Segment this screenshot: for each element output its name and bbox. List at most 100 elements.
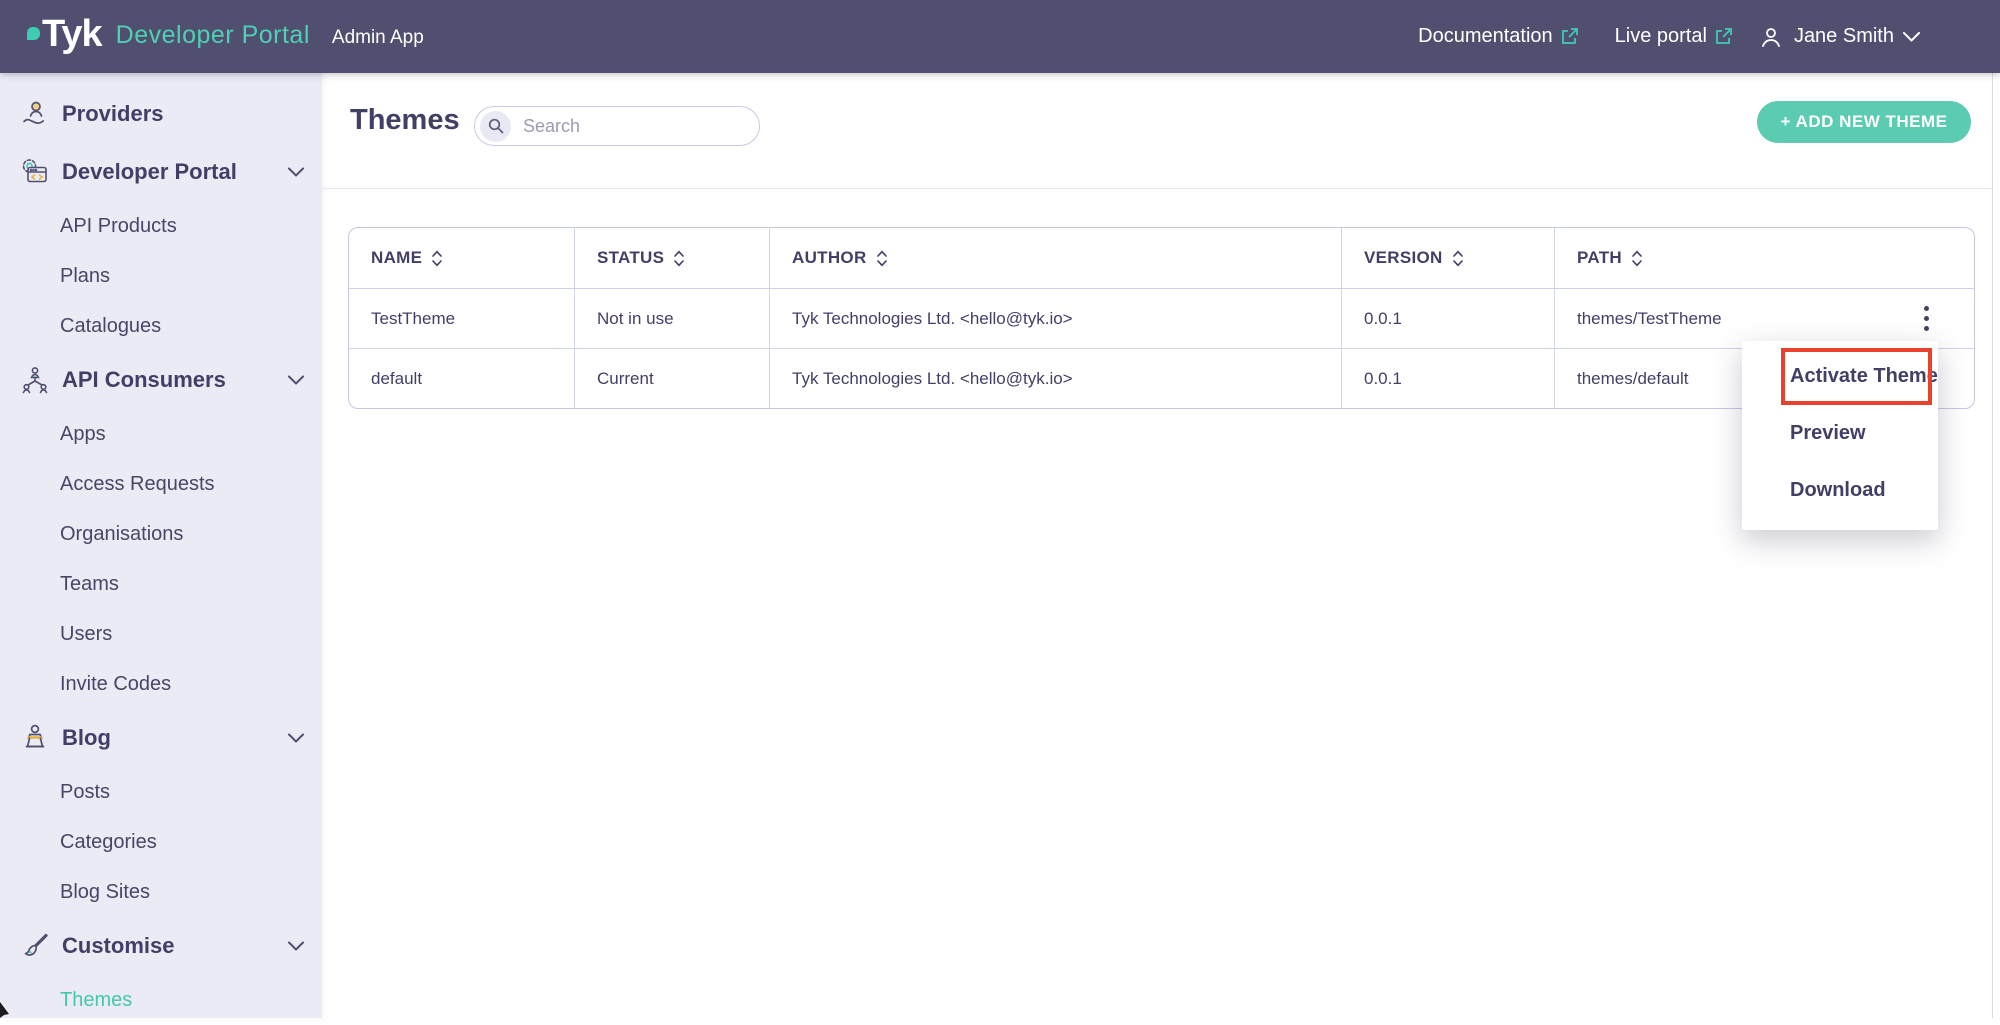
sidebar-item-label: Plans [60, 265, 110, 288]
kebab-menu-icon[interactable] [1914, 300, 1939, 337]
menu-item-preview[interactable]: Preview [1742, 405, 1938, 462]
sidebar-item-label: Catalogues [60, 315, 161, 338]
sidebar-item-label: Developer Portal [62, 159, 237, 185]
column-header-path[interactable]: PATH [1554, 228, 1878, 288]
sidebar-item-label: Categories [60, 831, 157, 854]
table-cell-status: Current [574, 348, 769, 408]
sort-icon [1631, 250, 1643, 267]
theme-actions-menu: Activate Theme Preview Download [1742, 341, 1938, 530]
sidebar-item-developer-portal[interactable]: Developer Portal [0, 143, 322, 201]
sidebar-item-label: Apps [60, 423, 106, 446]
menu-item-activate-theme[interactable]: Activate Theme [1742, 348, 1938, 405]
sidebar-item-label: Organisations [60, 523, 183, 546]
sidebar-item-providers[interactable]: Providers [0, 85, 322, 143]
sidebar-item-blog-sites[interactable]: Blog Sites [0, 867, 322, 917]
chevron-down-icon [288, 734, 304, 743]
external-link-icon [1560, 27, 1579, 46]
live-portal-link-label: Live portal [1615, 25, 1707, 48]
user-menu[interactable]: Jane Smith [1759, 25, 1920, 49]
sidebar-item-label: Access Requests [60, 473, 215, 496]
table-cell-version: 0.0.1 [1341, 288, 1554, 348]
search-icon [480, 111, 511, 142]
sidebar-item-label: Users [60, 623, 112, 646]
sidebar-item-label: API Consumers [62, 367, 226, 393]
sidebar-item-blog[interactable]: Blog [0, 709, 322, 767]
chevron-down-icon [288, 942, 304, 951]
sidebar-item-apps[interactable]: Apps [0, 409, 322, 459]
sidebar-item-api-consumers[interactable]: API Consumers [0, 351, 322, 409]
api-consumers-icon [18, 363, 52, 397]
app-label: Admin App [332, 27, 424, 49]
sidebar-item-label: Posts [60, 781, 110, 804]
sidebar-item-customise[interactable]: Customise [0, 917, 322, 975]
providers-icon [18, 97, 52, 131]
logo-text: Tyk [42, 15, 102, 53]
column-label: STATUS [597, 248, 664, 268]
top-header: Tyk Developer Portal Admin App Documenta… [0, 0, 2000, 73]
sidebar-item-label: Providers [62, 101, 164, 127]
sidebar-item-catalogues[interactable]: Catalogues [0, 301, 322, 351]
tyk-leaf-icon [27, 27, 40, 40]
sidebar: Providers Developer Portal API Products … [0, 73, 322, 1018]
sort-icon [673, 250, 685, 267]
column-header-actions [1878, 228, 1975, 288]
sidebar-item-label: Themes [60, 989, 132, 1012]
live-portal-link[interactable]: Live portal [1615, 25, 1733, 48]
developer-portal-icon [18, 155, 52, 189]
user-name: Jane Smith [1794, 25, 1894, 48]
sidebar-item-label: Blog [62, 725, 111, 751]
sidebar-item-posts[interactable]: Posts [0, 767, 322, 817]
column-header-version[interactable]: VERSION [1341, 228, 1554, 288]
sidebar-item-label: Teams [60, 573, 119, 596]
logo-product-label: Developer Portal [116, 21, 310, 50]
table-cell-path: themes/TestTheme [1554, 288, 1878, 348]
table-cell-status: Not in use [574, 288, 769, 348]
mouse-cursor [0, 1002, 14, 1018]
sidebar-item-teams[interactable]: Teams [0, 559, 322, 609]
documentation-link[interactable]: Documentation [1418, 25, 1579, 48]
chevron-down-icon [288, 376, 304, 385]
customise-icon [18, 929, 52, 963]
column-header-author[interactable]: AUTHOR [769, 228, 1341, 288]
sidebar-item-invite-codes[interactable]: Invite Codes [0, 659, 322, 709]
sidebar-item-users[interactable]: Users [0, 609, 322, 659]
sort-icon [431, 250, 443, 267]
sort-icon [876, 250, 888, 267]
chevron-down-icon [288, 168, 304, 177]
sidebar-item-label: Customise [62, 933, 174, 959]
column-label: PATH [1577, 248, 1622, 268]
table-cell-name: TestTheme [349, 288, 574, 348]
documentation-link-label: Documentation [1418, 25, 1553, 48]
user-icon [1759, 25, 1783, 49]
sidebar-item-label: API Products [60, 215, 177, 238]
column-header-name[interactable]: NAME [349, 228, 574, 288]
sort-icon [1452, 250, 1464, 267]
tyk-logo[interactable]: Tyk Developer Portal Admin App [27, 15, 424, 59]
add-new-theme-button[interactable]: + ADD NEW THEME [1757, 101, 1971, 143]
table-cell-version: 0.0.1 [1341, 348, 1554, 408]
blog-icon [18, 721, 52, 755]
sidebar-item-label: Invite Codes [60, 673, 171, 696]
sidebar-item-categories[interactable]: Categories [0, 817, 322, 867]
column-label: VERSION [1364, 248, 1443, 268]
content-divider [322, 188, 1992, 189]
page-title: Themes [350, 104, 460, 137]
column-label: NAME [371, 248, 422, 268]
external-link-icon [1714, 27, 1733, 46]
sidebar-item-access-requests[interactable]: Access Requests [0, 459, 322, 509]
search-input[interactable] [523, 116, 733, 137]
table-cell-author: Tyk Technologies Ltd. <hello@tyk.io> [769, 348, 1341, 408]
themes-table: NAME STATUS AUTHOR VERSION PATH TestThem… [348, 227, 1975, 409]
sidebar-item-organisations[interactable]: Organisations [0, 509, 322, 559]
sidebar-item-api-products[interactable]: API Products [0, 201, 322, 251]
scrollbar-track[interactable] [1992, 73, 2000, 1018]
sidebar-item-plans[interactable]: Plans [0, 251, 322, 301]
column-header-status[interactable]: STATUS [574, 228, 769, 288]
column-label: AUTHOR [792, 248, 867, 268]
table-cell-author: Tyk Technologies Ltd. <hello@tyk.io> [769, 288, 1341, 348]
row-actions-cell [1878, 288, 1975, 348]
chevron-down-icon [1903, 32, 1920, 42]
menu-item-download[interactable]: Download [1742, 462, 1938, 519]
table-cell-name: default [349, 348, 574, 408]
sidebar-item-label: Blog Sites [60, 881, 150, 904]
